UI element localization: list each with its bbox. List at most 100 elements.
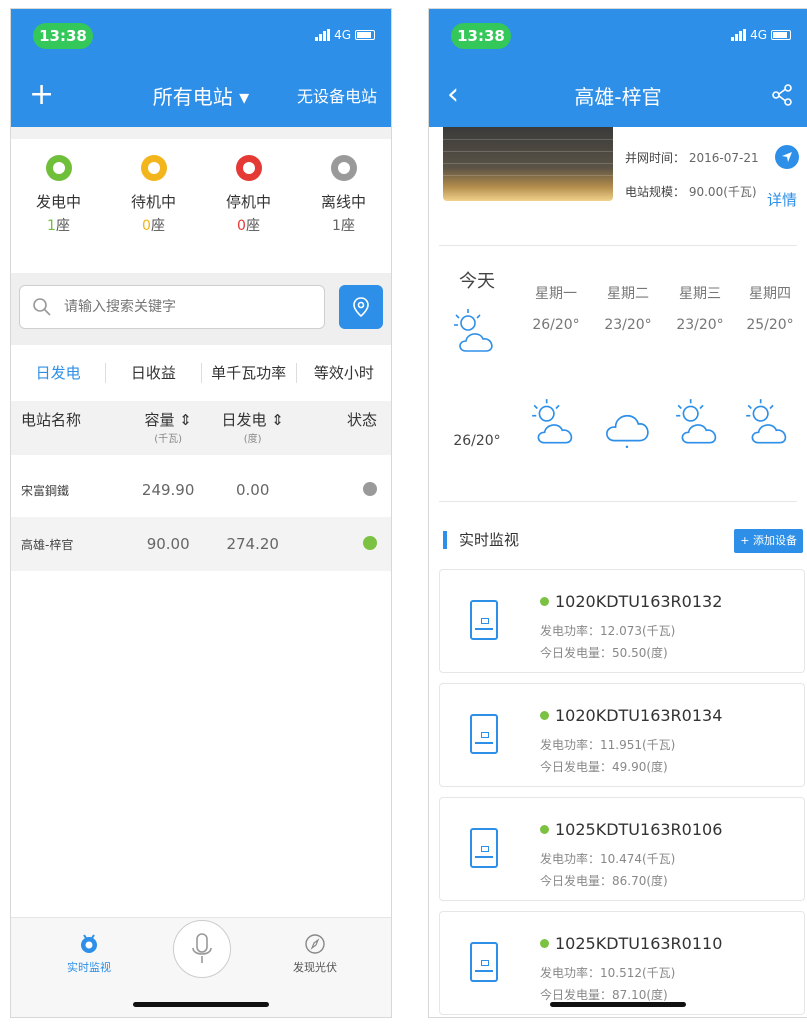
voice-button[interactable] <box>173 920 231 978</box>
page-title: 高雄-梓官 <box>574 85 662 109</box>
bottom-tab-bar: 实时监视 发现光伏 <box>11 917 391 1017</box>
status-dot <box>362 481 377 496</box>
tab-discover-pv[interactable]: 发现光伏 <box>275 932 355 975</box>
weekday-temp: 26/20° <box>532 317 580 333</box>
lightning-pin-icon <box>235 155 262 181</box>
device-today-energy: 今日发电量：87.10(度) <box>540 988 668 1002</box>
table-header: 电站名称 容量 ⇕ (千瓦) 日发电 ⇕ (度) 状态 <box>11 401 391 455</box>
share-button[interactable] <box>771 83 793 119</box>
tab-daily-generation[interactable]: 日发电 <box>11 363 107 383</box>
search-icon <box>33 298 51 316</box>
no-device-stations-link[interactable]: 无设备电站 <box>297 79 377 115</box>
weather-day: 星期二 23/20° <box>595 283 661 455</box>
status-card-generating[interactable]: 发电中 1座 <box>11 147 106 257</box>
online-dot <box>540 939 549 948</box>
status-card-offline[interactable]: 离线中 1座 <box>296 147 391 257</box>
tab-daily-income[interactable]: 日收益 <box>106 363 202 383</box>
search-input[interactable] <box>64 299 284 315</box>
lightning-pin-icon <box>140 155 167 181</box>
column-capacity[interactable]: 容量 ⇕ (千瓦) <box>128 409 208 445</box>
table-row[interactable]: 宋富鋼鐵 249.90 0.00 <box>11 463 391 517</box>
device-card[interactable]: 1025KDTU163R0106 发电功率：10.474(千瓦) 今日发电量：8… <box>439 797 805 901</box>
station-list-screen: 13:38 4G + 所有电站 ▾ 无设备电站 发电中 1座 待机中 0座 停机… <box>10 8 392 1018</box>
network-label: 4G <box>750 28 767 42</box>
station-info: 并网时间： 2016-07-21 电站规模： 90.00(千瓦) 详情 <box>429 127 807 237</box>
weather-day: 星期一 26/20° <box>523 283 589 455</box>
status-card-stopped[interactable]: 停机中 0座 <box>201 147 296 257</box>
device-today-energy: 今日发电量：86.70(度) <box>540 874 668 888</box>
weather-day: 星期四 25/20° <box>737 283 803 455</box>
partly-cloudy-icon <box>676 399 717 444</box>
device-card[interactable]: 1020KDTU163R0132 发电功率：12.073(千瓦) 今日发电量：5… <box>439 569 805 673</box>
cloudy-icon <box>606 415 649 449</box>
station-scale: 电站规模： 90.00(千瓦) <box>625 185 757 199</box>
search-box[interactable] <box>19 285 325 329</box>
online-dot <box>540 825 549 834</box>
device-id: 1020KDTU163R0134 <box>555 706 723 725</box>
status-label: 待机中 <box>130 193 176 211</box>
station-name: 高雄-梓官 <box>21 537 74 552</box>
device-id: 1020KDTU163R0132 <box>555 592 723 611</box>
station-detail-screen: 13:38 4G ‹ 高雄-梓官 并网时间： 2016-07-21 电站规模： … <box>428 8 807 1018</box>
network-label: 4G <box>334 28 351 42</box>
status-count: 0 <box>237 218 246 234</box>
weekday-temp: 23/20° <box>676 317 724 333</box>
status-time: 13:38 <box>451 23 511 49</box>
status-unit: 座 <box>245 218 260 234</box>
inverter-icon <box>470 714 498 754</box>
microphone-icon <box>192 933 212 963</box>
lightning-pin-icon <box>45 155 72 181</box>
device-list: 1020KDTU163R0132 发电功率：12.073(千瓦) 今日发电量：5… <box>439 569 805 1017</box>
today-label: 今天 <box>459 271 495 292</box>
device-power: 发电功率：11.951(千瓦) <box>540 738 676 752</box>
station-photo <box>443 127 613 201</box>
status-time: 13:38 <box>33 23 93 49</box>
status-label: 停机中 <box>225 193 271 211</box>
status-summary: 发电中 1座 待机中 0座 停机中 0座 离线中 1座 <box>11 147 391 257</box>
divider <box>439 501 797 502</box>
online-dot <box>540 711 549 720</box>
station-daily-generation: 274.20 <box>226 535 279 553</box>
locate-button[interactable] <box>339 285 383 329</box>
device-power: 发电功率：10.474(千瓦) <box>540 852 676 866</box>
status-count: 0 <box>142 218 151 234</box>
station-capacity: 90.00 <box>146 535 190 553</box>
column-daily-generation[interactable]: 日发电 ⇕ (度) <box>208 409 298 445</box>
table-row[interactable]: 高雄-梓官 90.00 274.20 <box>11 517 391 571</box>
add-device-button[interactable]: + 添加设备 <box>734 529 803 553</box>
nav-bar: + 所有电站 ▾ 无设备电站 <box>11 79 391 115</box>
device-today-energy: 今日发电量：50.50(度) <box>540 646 668 660</box>
status-dot <box>362 535 377 550</box>
tab-equivalent-hours[interactable]: 等效小时 <box>297 363 391 383</box>
status-card-standby[interactable]: 待机中 0座 <box>106 147 201 257</box>
signal-icon <box>315 29 331 41</box>
device-card[interactable]: 1020KDTU163R0134 发电功率：11.951(千瓦) 今日发电量：4… <box>439 683 805 787</box>
signal-icon <box>731 29 747 41</box>
weekday-temp: 25/20° <box>746 317 794 333</box>
tab-realtime-monitor[interactable]: 实时监视 <box>49 932 129 975</box>
signal-indicator: 4G <box>315 28 375 42</box>
inverter-icon <box>470 828 498 868</box>
device-power: 发电功率：10.512(千瓦) <box>540 966 676 980</box>
device-id: 1025KDTU163R0106 <box>555 820 723 839</box>
device-card[interactable]: 1025KDTU163R0110 发电功率：10.512(千瓦) 今日发电量：8… <box>439 911 805 1015</box>
device-today-energy: 今日发电量：49.90(度) <box>540 760 668 774</box>
tab-per-kw-power[interactable]: 单千瓦功率 <box>202 363 297 383</box>
weekday-label: 星期一 <box>535 286 577 302</box>
weekday-label: 星期二 <box>607 286 649 302</box>
partly-cloudy-icon <box>532 399 573 444</box>
status-label: 离线中 <box>320 193 366 211</box>
detail-link[interactable]: 详情 <box>767 189 797 210</box>
header-bar: 13:38 4G + 所有电站 ▾ 无设备电站 <box>11 9 391 127</box>
battery-icon <box>355 30 375 40</box>
divider-strip <box>11 127 391 139</box>
station-daily-generation: 0.00 <box>235 481 270 499</box>
lightning-pin-icon <box>330 155 357 181</box>
status-unit: 座 <box>55 218 70 234</box>
weather-day: 星期三 23/20° <box>667 283 733 455</box>
status-count: 1 <box>332 218 341 234</box>
navigate-button[interactable] <box>775 145 799 169</box>
tab-label: 实时监视 <box>67 961 111 974</box>
ranking-tabs: 日发电 日收益 单千瓦功率 等效小时 <box>11 353 391 393</box>
status-count: 1 <box>47 218 56 234</box>
